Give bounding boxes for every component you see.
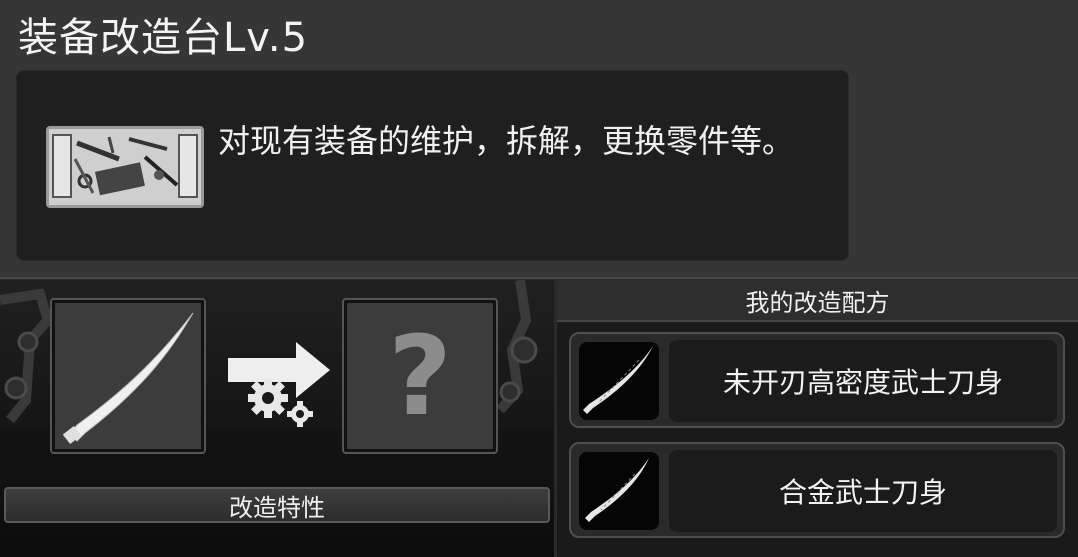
page-title: 装备改造台Lv.5 (18, 15, 309, 61)
toolbox-icon (46, 126, 204, 208)
recipes-header: 我的改造配方 (557, 280, 1078, 322)
recipe-item[interactable]: 合金武士刀身 (569, 442, 1065, 538)
description-text: 对现有装备的维护，拆解，更换零件等。 (218, 122, 795, 160)
result-equipment-slot: ? (342, 298, 498, 454)
recipes-panel: 我的改造配方 未开刃高密度武士刀身 合金武士刀身 (557, 280, 1078, 557)
recipe-name: 合金武士刀身 (669, 450, 1057, 532)
recipe-item[interactable]: 未开刃高密度武士刀身 (569, 332, 1065, 428)
unknown-result-icon: ? (388, 312, 452, 440)
recipe-name: 未开刃高密度武士刀身 (669, 340, 1057, 422)
katana-blade-icon (62, 312, 194, 445)
source-equipment-slot[interactable] (50, 298, 206, 454)
modification-traits-button[interactable]: 改造特性 (4, 487, 550, 523)
workbench-panel: ? 改造特性 (0, 280, 554, 557)
katana-blade-icon (579, 452, 659, 530)
station-info-panel: 装备改造台Lv.5 对现有装备的维护，拆解，更换零件等。 (0, 0, 1078, 279)
arrow-gears-icon (226, 338, 336, 438)
katana-blade-icon (579, 342, 659, 420)
description-box: 对现有装备的维护，拆解，更换零件等。 (16, 70, 849, 261)
